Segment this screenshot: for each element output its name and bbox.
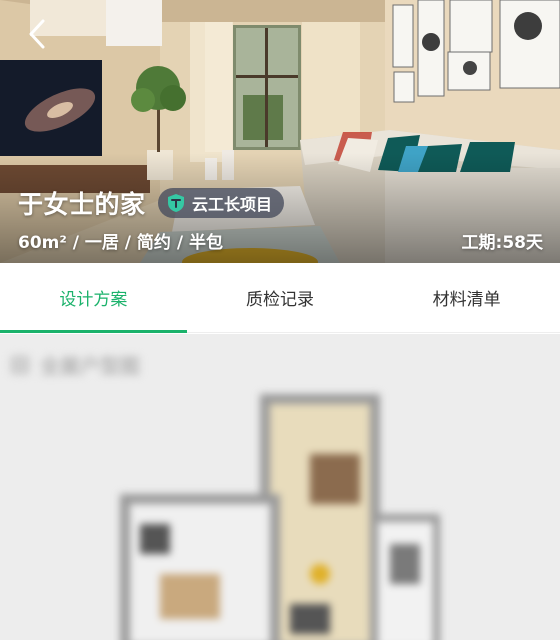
home-title: 于女士的家 (18, 190, 146, 219)
badge-label: 云工长项目 (192, 195, 273, 214)
house-specs: 60m² / 一居 / 简约 / 半包 (18, 233, 223, 253)
shield-icon (168, 194, 184, 212)
project-badge: 云工长项目 (158, 188, 285, 218)
floor-plan-image (120, 394, 440, 640)
tab-design-plan[interactable]: 设计方案 (0, 263, 187, 332)
active-tab-indicator (0, 330, 187, 333)
floorplan-icon (10, 354, 30, 375)
tab-quality-inspection[interactable]: 质检记录 (187, 263, 374, 332)
design-plan-content: 全屋户型图 (0, 334, 560, 640)
tab-label: 设计方案 (59, 290, 128, 310)
section-title: 全屋户型图 (40, 354, 140, 378)
tab-bar: 设计方案 质检记录 材料清单 (0, 263, 560, 333)
tab-label: 材料清单 (432, 290, 501, 310)
tab-material-list[interactable]: 材料清单 (373, 263, 560, 332)
section-header: 全屋户型图 (10, 350, 140, 379)
hero-banner: 于女士的家 云工长项目 60m² / 一居 / 简约 / 半包 工期:58天 (0, 0, 560, 263)
back-button[interactable] (18, 14, 58, 54)
blur-layer: 全屋户型图 (0, 334, 560, 640)
tab-label: 质检记录 (246, 290, 314, 310)
chevron-left-icon (29, 19, 45, 49)
construction-duration: 工期:58天 (461, 233, 543, 253)
